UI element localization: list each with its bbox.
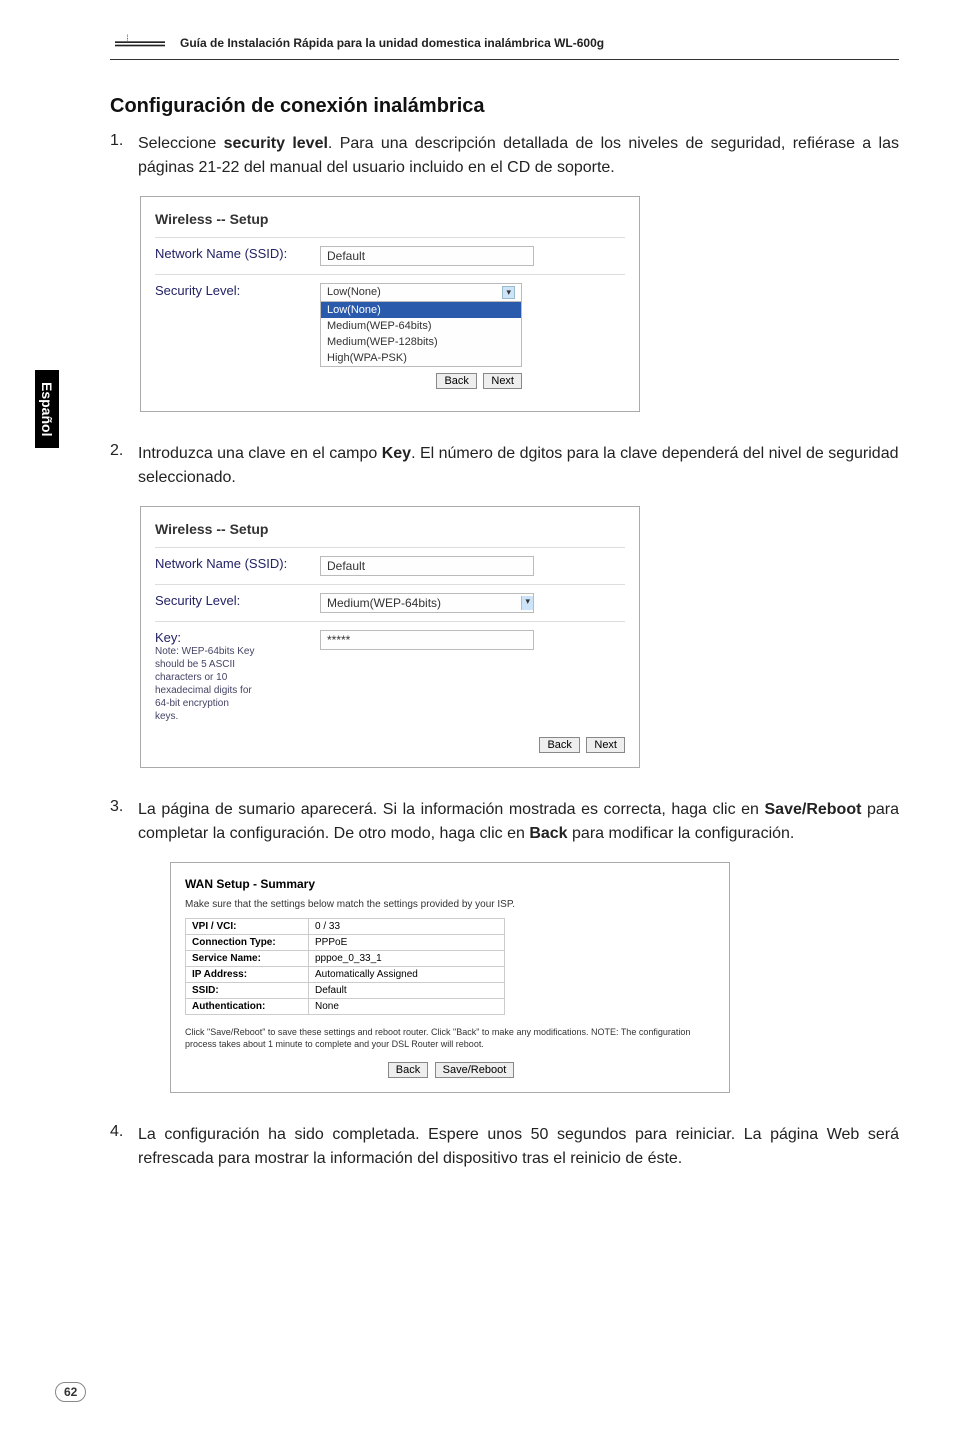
summary-label: SSID: bbox=[186, 983, 309, 999]
key-label: Key: bbox=[155, 630, 320, 645]
chevron-down-icon: ▾ bbox=[521, 596, 533, 610]
security-level-label: Security Level: bbox=[155, 283, 320, 298]
dropdown-selected-value: Low(None) bbox=[327, 286, 381, 299]
page-number: 62 bbox=[55, 1382, 86, 1402]
key-input[interactable]: ***** bbox=[320, 630, 534, 650]
header-title: Guía de Instalación Rápida para la unida… bbox=[180, 36, 604, 50]
summary-label: IP Address: bbox=[186, 967, 309, 983]
table-row: VPI / VCI:0 / 33 bbox=[186, 919, 505, 935]
screenshot1-title: Wireless -- Setup bbox=[155, 211, 625, 227]
ssid-label-2: Network Name (SSID): bbox=[155, 556, 320, 571]
screenshot2-title: Wireless -- Setup bbox=[155, 521, 625, 537]
key-note: Note: WEP-64bits Key should be 5 ASCII c… bbox=[155, 645, 255, 723]
router-icon bbox=[110, 30, 170, 55]
step-2: 2. Introduzca una clave en el campo Key.… bbox=[110, 442, 899, 490]
step-number: 1. bbox=[110, 132, 138, 180]
summary-value: PPPoE bbox=[309, 935, 505, 951]
section-title: Configuración de conexión inalámbrica bbox=[110, 95, 899, 118]
summary-label: Authentication: bbox=[186, 999, 309, 1015]
dropdown-option-wep64[interactable]: Medium(WEP-64bits) bbox=[321, 318, 521, 334]
wireless-setup-screenshot-2: Wireless -- Setup Network Name (SSID): D… bbox=[140, 506, 640, 768]
step-number: 2. bbox=[110, 442, 138, 490]
back-button-2[interactable]: Back bbox=[539, 737, 579, 753]
chevron-down-icon: ▾ bbox=[502, 286, 515, 299]
dropdown-option-wep128[interactable]: Medium(WEP-128bits) bbox=[321, 334, 521, 350]
step-number: 4. bbox=[110, 1123, 138, 1171]
step-number: 3. bbox=[110, 798, 138, 846]
summary-value: pppoe_0_33_1 bbox=[309, 951, 505, 967]
dropdown-option-wpa[interactable]: High(WPA-PSK) bbox=[321, 350, 521, 366]
wan-setup-summary-screenshot: WAN Setup - Summary Make sure that the s… bbox=[170, 862, 730, 1093]
summary-value: Automatically Assigned bbox=[309, 967, 505, 983]
table-row: SSID:Default bbox=[186, 983, 505, 999]
step-4-text: La configuración ha sido completada. Esp… bbox=[138, 1123, 899, 1171]
security-level-select-2[interactable]: Medium(WEP-64bits) ▾ bbox=[320, 593, 534, 613]
back-button-3[interactable]: Back bbox=[388, 1062, 428, 1078]
summary-title: WAN Setup - Summary bbox=[185, 877, 715, 891]
back-button[interactable]: Back bbox=[436, 373, 476, 389]
security-level-label-2: Security Level: bbox=[155, 593, 320, 608]
summary-label: Service Name: bbox=[186, 951, 309, 967]
summary-table: VPI / VCI:0 / 33 Connection Type:PPPoE S… bbox=[185, 918, 505, 1015]
summary-label: VPI / VCI: bbox=[186, 919, 309, 935]
ssid-input[interactable]: Default bbox=[320, 246, 534, 266]
save-reboot-button[interactable]: Save/Reboot bbox=[435, 1062, 515, 1078]
wireless-setup-screenshot-1: Wireless -- Setup Network Name (SSID): D… bbox=[140, 196, 640, 412]
step-2-text: Introduzca una clave en el campo Key. El… bbox=[138, 442, 899, 490]
step-1: 1. Seleccione security level. Para una d… bbox=[110, 132, 899, 180]
summary-desc: Make sure that the settings below match … bbox=[185, 899, 715, 910]
summary-value: 0 / 33 bbox=[309, 919, 505, 935]
table-row: IP Address:Automatically Assigned bbox=[186, 967, 505, 983]
ssid-input-2[interactable]: Default bbox=[320, 556, 534, 576]
summary-note: Click "Save/Reboot" to save these settin… bbox=[185, 1027, 715, 1050]
security-level-dropdown[interactable]: Low(None) ▾ Low(None) Medium(WEP-64bits)… bbox=[320, 283, 522, 367]
summary-value: None bbox=[309, 999, 505, 1015]
dropdown-option-low[interactable]: Low(None) bbox=[321, 302, 521, 318]
ssid-label: Network Name (SSID): bbox=[155, 246, 320, 261]
step-3-text: La página de sumario aparecerá. Si la in… bbox=[138, 798, 899, 846]
next-button-2[interactable]: Next bbox=[586, 737, 625, 753]
page-header: Guía de Instalación Rápida para la unida… bbox=[110, 30, 899, 60]
table-row: Service Name:pppoe_0_33_1 bbox=[186, 951, 505, 967]
step-4: 4. La configuración ha sido completada. … bbox=[110, 1123, 899, 1171]
next-button[interactable]: Next bbox=[483, 373, 522, 389]
table-row: Authentication:None bbox=[186, 999, 505, 1015]
summary-label: Connection Type: bbox=[186, 935, 309, 951]
summary-value: Default bbox=[309, 983, 505, 999]
table-row: Connection Type:PPPoE bbox=[186, 935, 505, 951]
step-3: 3. La página de sumario aparecerá. Si la… bbox=[110, 798, 899, 846]
step-1-text: Seleccione security level. Para una desc… bbox=[138, 132, 899, 180]
